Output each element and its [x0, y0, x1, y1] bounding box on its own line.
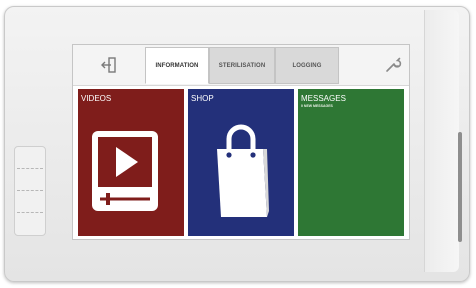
tab-sterilisation[interactable]: STERILISATION [209, 47, 275, 84]
tab-bar: INFORMATION STERILISATION LOGGING [73, 45, 409, 86]
tile-grid: VIDEOS SHOP MESSAGES 0 NEW MESSAGES [78, 89, 404, 236]
shopping-bag-icon [217, 124, 269, 217]
exit-door-icon[interactable] [99, 55, 119, 75]
hardware-button-divider [17, 212, 43, 213]
tab-information[interactable]: INFORMATION [145, 47, 209, 84]
hardware-button-divider [17, 168, 43, 169]
messages-tile[interactable]: MESSAGES 0 NEW MESSAGES [298, 89, 404, 236]
messages-tile-label: MESSAGES [301, 94, 346, 103]
hardware-button-divider [17, 190, 43, 191]
videos-tile-label: VIDEOS [81, 94, 112, 103]
shop-tile-label: SHOP [191, 94, 214, 103]
hardware-buttons [14, 146, 46, 236]
device-side-strip [458, 132, 462, 242]
touch-screen: INFORMATION STERILISATION LOGGING VIDEOS… [72, 44, 410, 240]
tab-logging[interactable]: LOGGING [275, 47, 339, 84]
messages-count: 0 NEW MESSAGES [301, 104, 333, 108]
videos-tile[interactable]: VIDEOS [78, 89, 184, 236]
device-bezel-right [424, 10, 459, 272]
video-player-icon [92, 131, 158, 211]
wrench-icon[interactable] [383, 55, 403, 75]
shop-tile[interactable]: SHOP [188, 89, 294, 236]
